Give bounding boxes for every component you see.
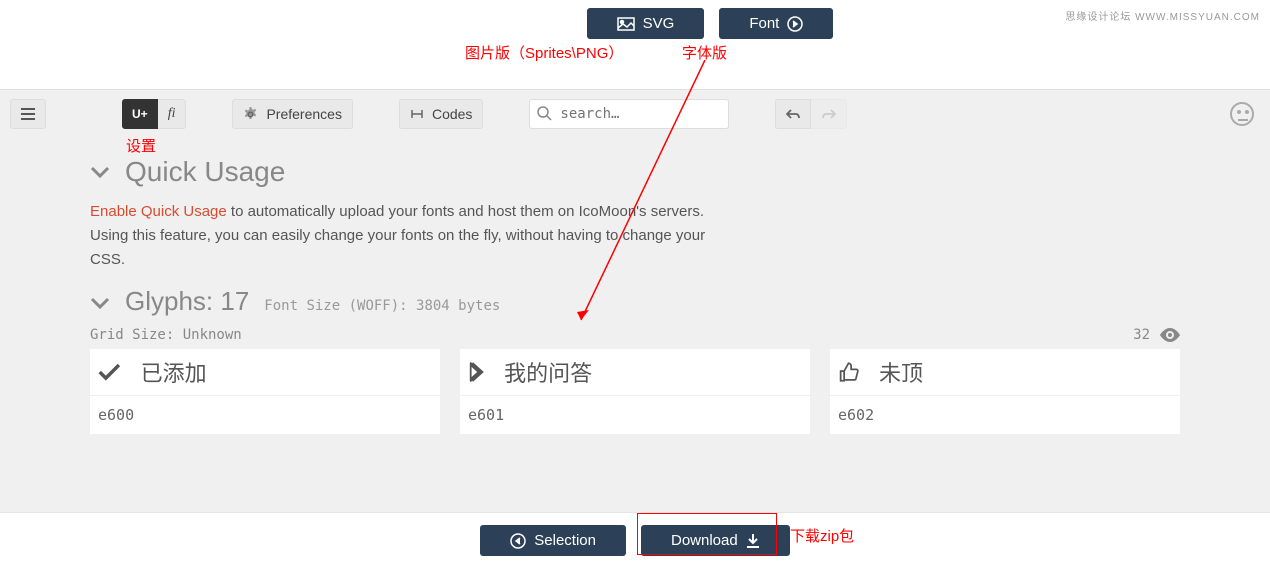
thumbs-up-icon — [838, 360, 859, 384]
annotation-svg: 图片版（Sprites\PNG） — [465, 42, 623, 63]
chevron-down-icon — [90, 165, 110, 179]
download-label: Download — [671, 532, 738, 549]
watermark-text: 思缘设计论坛 WWW.MISSYUAN.COM — [1065, 8, 1260, 23]
codes-label: Codes — [432, 106, 472, 122]
arrow-circle-left-icon — [510, 533, 526, 549]
glyph-card[interactable] — [460, 349, 810, 434]
glyph-card[interactable] — [90, 349, 440, 434]
redo-icon — [822, 108, 836, 120]
enable-quick-usage-link[interactable]: Enable Quick Usage — [90, 203, 227, 220]
codes-icon — [410, 108, 424, 120]
undo-icon — [786, 108, 800, 120]
download-button[interactable]: Download — [641, 525, 790, 556]
glyph-code-input[interactable] — [460, 395, 810, 434]
font-button-label: Font — [749, 15, 779, 32]
redo-button[interactable] — [811, 99, 847, 129]
menu-icon — [21, 108, 35, 120]
preferences-label: Preferences — [266, 106, 341, 122]
svg-button-label: SVG — [643, 15, 675, 32]
glyph-name-input[interactable] — [879, 359, 1172, 385]
chevron-right-icon — [468, 360, 484, 384]
footer-bar: Selection Download — [0, 512, 1270, 568]
feedback-icon[interactable] — [1230, 102, 1254, 126]
image-icon — [617, 17, 635, 31]
glyphs-subtitle: Font Size (WOFF): 3804 bytes — [264, 298, 500, 314]
code-toggle-group: U+ fi — [122, 99, 186, 129]
search-wrap — [529, 99, 729, 129]
grid-size-label: Grid Size: Unknown — [90, 327, 242, 343]
glyph-code-input[interactable] — [90, 395, 440, 434]
quick-usage-title: Quick Usage — [125, 156, 285, 188]
annotation-settings: 设置 — [126, 135, 156, 156]
search-input[interactable] — [529, 99, 729, 129]
glyphs-header[interactable]: Glyphs: 17 Font Size (WOFF): 3804 bytes — [90, 272, 1180, 317]
download-icon — [746, 534, 760, 548]
selection-button[interactable]: Selection — [480, 525, 626, 556]
content-area: Quick Usage Enable Quick Usage to automa… — [0, 138, 1270, 317]
unicode-toggle[interactable]: U+ — [122, 99, 158, 129]
svg-button[interactable]: SVG — [587, 8, 705, 39]
glyphs-title: Glyphs: 17 — [125, 286, 249, 317]
glyph-name-input[interactable] — [504, 359, 802, 385]
check-icon — [98, 361, 121, 383]
gear-icon — [243, 107, 258, 122]
grid-info-row: Grid Size: Unknown 32 — [0, 317, 1270, 349]
glyph-grid — [0, 349, 1270, 434]
glyph-code-input[interactable] — [830, 395, 1180, 434]
annotation-font: 字体版 — [682, 42, 727, 63]
arrow-circle-right-icon — [787, 16, 803, 32]
eye-icon[interactable] — [1160, 328, 1180, 342]
menu-button[interactable] — [10, 99, 46, 129]
glyph-name-input[interactable] — [141, 359, 432, 385]
ligature-toggle[interactable]: fi — [158, 99, 187, 129]
glyph-card[interactable] — [830, 349, 1180, 434]
codes-button[interactable]: Codes — [399, 99, 483, 129]
preferences-button[interactable]: Preferences — [232, 99, 352, 129]
history-group — [775, 99, 847, 129]
top-header: 思缘设计论坛 WWW.MISSYUAN.COM SVG Font 图片版（Spr… — [0, 0, 1270, 90]
chevron-down-icon — [90, 296, 110, 310]
quick-usage-desc: Enable Quick Usage to automatically uplo… — [90, 200, 710, 272]
grid-count: 32 — [1133, 327, 1150, 343]
annotation-download: 下载zip包 — [790, 525, 854, 546]
undo-button[interactable] — [775, 99, 811, 129]
toolbar: U+ fi Preferences Codes — [0, 90, 1270, 138]
search-icon — [537, 106, 552, 121]
font-button[interactable]: Font — [719, 8, 833, 39]
selection-label: Selection — [534, 532, 596, 549]
quick-usage-header[interactable]: Quick Usage — [90, 138, 1180, 200]
